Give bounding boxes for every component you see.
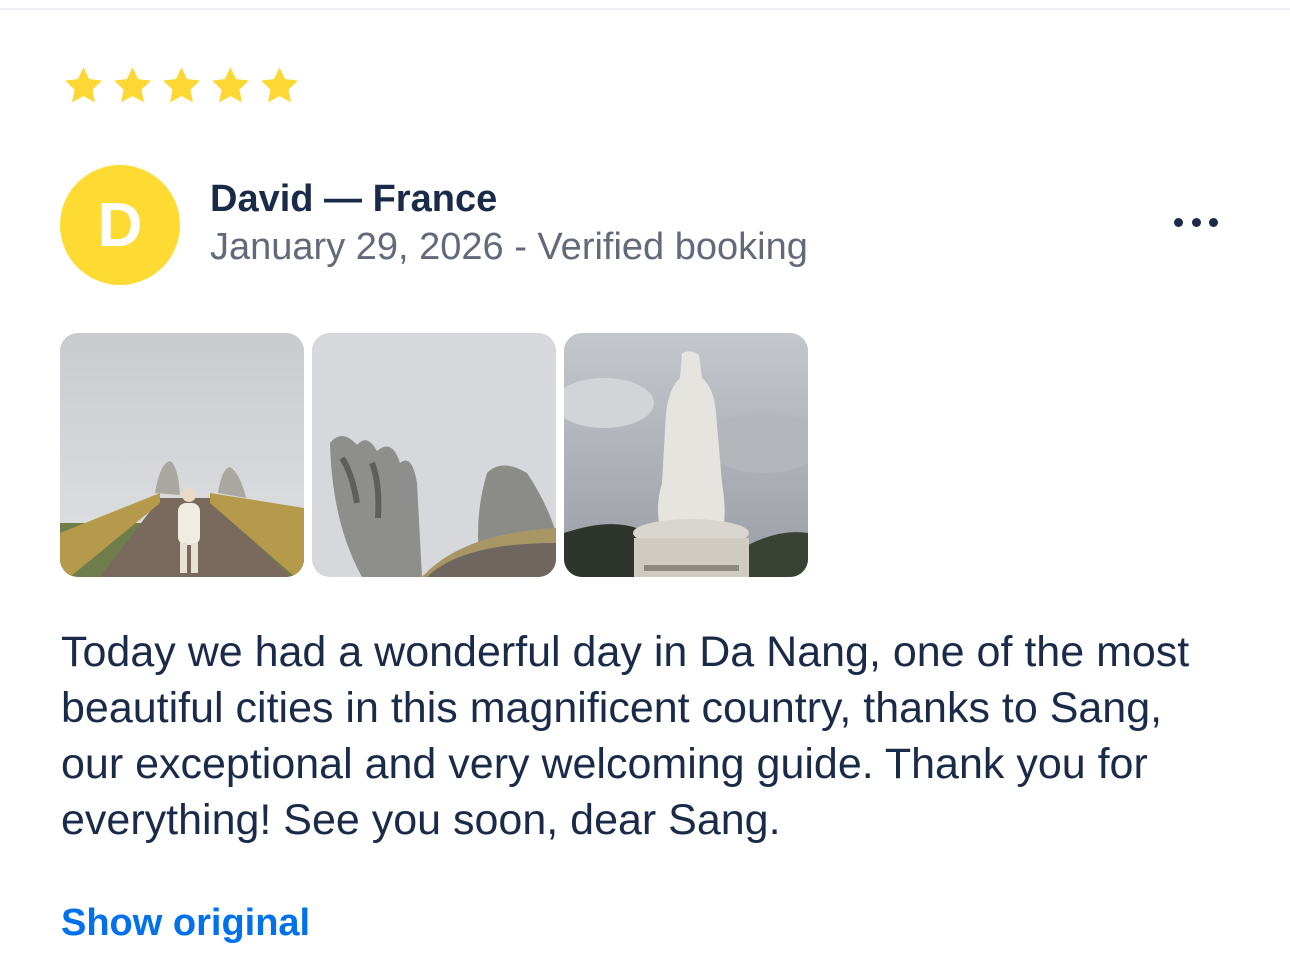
review-date-verified: January 29, 2026 - Verified booking <box>210 226 808 268</box>
more-horizontal-icon <box>1191 217 1201 227</box>
reviewer-name: David — France <box>210 178 498 220</box>
reviewer-header: D David — France January 29, 2026 - Veri… <box>60 164 1230 286</box>
more-horizontal-icon <box>1174 217 1183 227</box>
review-text: Today we had a wonderful day in Da Nang,… <box>61 628 1190 844</box>
more-options-button[interactable] <box>1174 212 1218 232</box>
more-horizontal-icon <box>1209 217 1218 227</box>
star-icon <box>111 64 154 107</box>
lady-buddha-statue-photo[interactable] <box>564 333 808 577</box>
review-card: D David — France January 29, 2026 - Veri… <box>0 0 1290 976</box>
review-photos <box>60 333 808 577</box>
star-icon <box>160 64 203 107</box>
star-icon <box>62 64 105 107</box>
show-original-link[interactable]: Show original <box>61 902 310 945</box>
star-icon <box>209 64 252 107</box>
star-rating <box>62 64 301 107</box>
avatar: D <box>60 165 180 285</box>
golden-bridge-walkway-photo[interactable] <box>60 333 304 577</box>
golden-bridge-hands-photo[interactable] <box>312 333 556 577</box>
star-icon <box>258 64 301 107</box>
